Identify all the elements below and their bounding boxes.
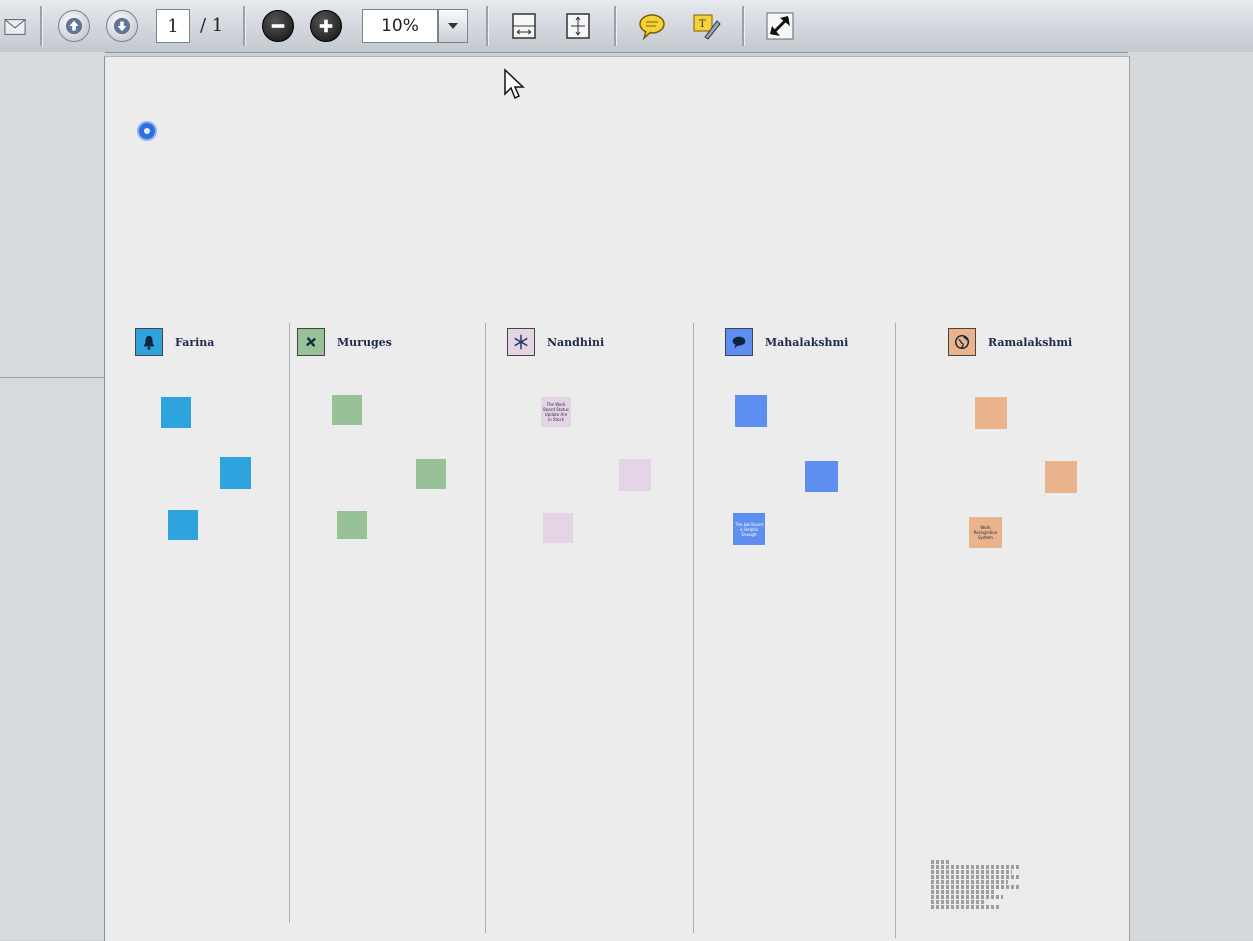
page-down-button[interactable] [106, 10, 138, 42]
lane-divider [485, 323, 486, 933]
sticky-note[interactable] [168, 510, 198, 540]
zoom-in-button[interactable] [310, 10, 342, 42]
sticky-note[interactable] [619, 459, 651, 491]
lane-header-muruges: Muruges [297, 325, 392, 359]
zoom-in-icon [319, 19, 333, 33]
lane-header-nandhini: Nandhini [507, 325, 604, 359]
toolbar-separator [486, 6, 489, 46]
sticky-note[interactable] [220, 457, 251, 489]
highlight-text-button[interactable]: T [688, 8, 724, 44]
page-total-label: / 1 [200, 15, 224, 36]
lane-header-mahalakshmi: Mahalakshmi [725, 325, 848, 359]
lane-divider [289, 323, 290, 923]
lane-header-ramalakshmi: Ramalakshmi [948, 325, 1072, 359]
bell-icon [135, 328, 163, 356]
sticky-note[interactable] [337, 511, 367, 539]
chevron-down-icon [448, 23, 458, 29]
sticky-note[interactable]: The Work Board Status Update Are in Stoc… [541, 397, 571, 427]
comment-button[interactable] [634, 8, 670, 44]
fit-width-icon [512, 13, 536, 39]
fullscreen-button[interactable] [762, 8, 798, 44]
sticky-note[interactable] [805, 461, 838, 492]
svg-text:T: T [699, 19, 706, 30]
zoom-out-icon [271, 24, 285, 28]
highlight-icon: T [693, 14, 721, 40]
toolbar-separator [614, 6, 617, 46]
fullscreen-icon [766, 12, 794, 40]
logo-icon [139, 123, 155, 139]
toolbar-separator [40, 6, 43, 46]
zoom-level-input[interactable]: 10% [362, 9, 438, 43]
lane-divider [693, 323, 694, 933]
mouse-cursor-icon [504, 68, 525, 100]
page-down-icon [113, 17, 131, 35]
fit-width-button[interactable] [506, 8, 542, 44]
page-number-input[interactable]: 1 [156, 9, 190, 43]
viewer-background [1128, 52, 1253, 940]
lane-name: Farina [175, 335, 215, 349]
speech-bubble-icon [725, 328, 753, 356]
sticky-note[interactable] [543, 513, 573, 543]
page-up-button[interactable] [58, 10, 90, 42]
sticky-note[interactable]: The Job Board is Helpful Enough [733, 513, 765, 545]
zoom-dropdown-button[interactable] [438, 9, 468, 43]
sticky-note[interactable] [332, 395, 362, 425]
mail-icon[interactable] [0, 14, 30, 40]
fit-page-icon [566, 13, 590, 39]
comment-icon [639, 14, 665, 41]
toolbar-separator [243, 6, 246, 46]
fit-page-button[interactable] [560, 8, 596, 44]
sticky-note[interactable] [416, 459, 446, 489]
toolbar-separator [742, 6, 745, 46]
sticky-note[interactable] [975, 397, 1007, 429]
globe-icon [948, 328, 976, 356]
sidebar-panel [0, 52, 115, 940]
snowflake-icon [507, 328, 535, 356]
zoom-out-button[interactable] [262, 10, 294, 42]
lane-divider [895, 323, 896, 938]
sticky-note[interactable]: Work Recognition System [969, 517, 1002, 548]
fan-icon [297, 328, 325, 356]
lane-name: Mahalakshmi [765, 335, 849, 349]
lane-name: Muruges [337, 335, 392, 349]
footnote-text-block [931, 859, 1021, 939]
pdf-page: Farina Muruges Nandhini Mahalakshmi Rama… [104, 56, 1130, 941]
lane-name: Ramalakshmi [988, 335, 1073, 349]
sticky-note[interactable] [161, 397, 191, 428]
lane-name: Nandhini [547, 335, 605, 349]
lane-header-farina: Farina [135, 325, 214, 359]
sticky-note[interactable] [1045, 461, 1077, 493]
sticky-note[interactable] [735, 395, 767, 427]
pdf-viewer-toolbar: 1 / 1 10% T [0, 0, 1253, 53]
page-up-icon [65, 17, 83, 35]
